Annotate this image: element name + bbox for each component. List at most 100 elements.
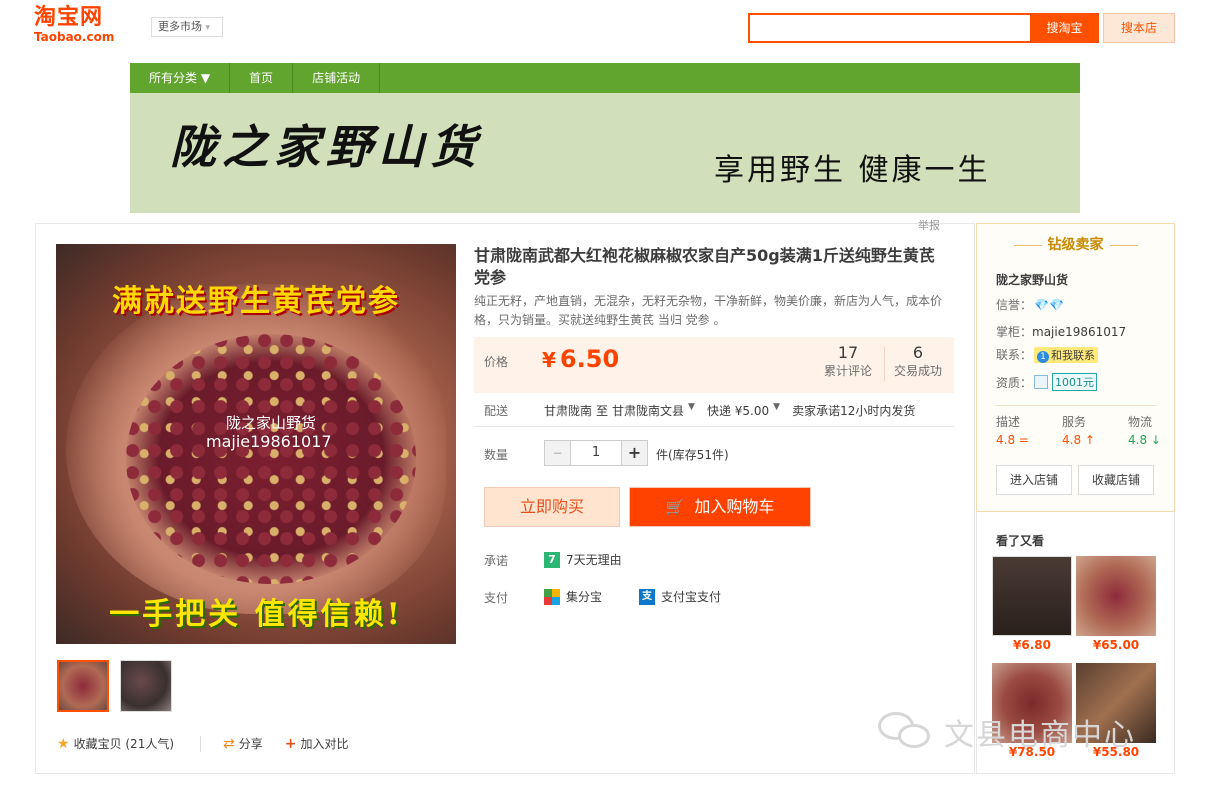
item-price: ¥6.80 [1013,638,1051,652]
divider [200,735,202,752]
share-label: 分享 [238,737,263,751]
banner-shop-name: 陇之家野山货 [170,120,482,174]
quantity-decrease-button[interactable]: − [545,441,571,465]
product-subtitle: 纯正无籽，产地直销，无混杂，无籽无杂物，干净新鲜，物美价廉，新店为人气，成本价格… [474,294,943,327]
payment-label: 支付 [484,591,509,605]
seller-level-header: 钻级卖家 [977,234,1174,254]
reviews-label: 累计评论 [824,364,873,378]
divider [1109,244,1138,246]
promise-7day[interactable]: 7 7天无理由 [544,551,622,568]
score-service-label: 服务 [1062,415,1087,429]
nav-home[interactable]: 首页 [230,63,294,93]
score-desc-label: 描述 [996,415,1021,429]
shipping-info: 甘肃陇南 至 甘肃陇南文县 ▼ 快递 ¥5.00 ▼ 卖家承诺12小时内发货 [544,402,919,419]
also-viewed-item[interactable]: ¥65.00 [1076,556,1156,652]
contact-label: 联系： [996,348,1033,362]
express-select[interactable]: 快递 ¥5.00 [707,402,769,419]
divider [474,426,954,427]
shop-nav: 所有分类 ▼ 首页 店铺活动 [130,63,1080,93]
chevron-down-icon[interactable]: ▼ [773,402,780,419]
score-logistics: 物流 4.8 ↓ [1128,413,1161,449]
share-button[interactable]: ⇄ 分享 [223,735,263,752]
score-logistics-label: 物流 [1128,415,1153,429]
image-bottom-text: 一手把关 值得信赖! [109,597,403,632]
score-desc-value: 4.8 = [996,433,1029,447]
payment-alipay-label: 支付宝支付 [661,590,722,604]
plus-icon: + [284,735,297,752]
favorite-item-button[interactable]: ★ 收藏宝贝 (21人气) [57,735,174,752]
shop-scores: 描述 4.8 = 服务 4.8 ↑ 物流 4.8 ↓ [996,413,1161,449]
watermark-text: 文县电商中心 [944,718,1136,753]
contact-seller-button[interactable]: 1 和我联系 [1034,346,1099,363]
keeper-row: 掌柜： majie19861017 [996,323,1126,340]
item-price: ¥65.00 [1092,638,1140,652]
favorite-item-label: 收藏宝贝 (21人气) [73,737,175,751]
divider [884,347,885,381]
score-service: 服务 4.8 ↑ [1062,413,1095,449]
deposit-badge[interactable]: 1001元 [1052,373,1098,391]
keeper-label: 掌柜： [996,325,1033,339]
favorite-shop-button[interactable]: 收藏店铺 [1078,465,1154,495]
add-to-cart-button[interactable]: 🛒 加入购物车 [629,487,811,527]
wangwang-icon: 1 [1037,350,1050,363]
payment-alipay[interactable]: 支 支付宝支付 [639,588,721,605]
keeper-name[interactable]: majie19861017 [1032,325,1126,339]
reviews-stat[interactable]: 17 累计评论 [824,343,872,379]
search-input[interactable] [748,13,1030,43]
deals-label: 交易成功 [894,364,943,378]
score-service-value: 4.8 ↑ [1062,433,1095,447]
add-to-cart-label: 加入购物车 [694,497,775,516]
more-markets-dropdown[interactable]: 更多市场 ▾ [151,17,223,37]
image-watermark-id: majie19861017 [206,432,332,451]
chevron-down-icon[interactable]: ▼ [688,402,695,419]
promise-label: 承诺 [484,554,509,568]
add-compare-label: 加入对比 [300,737,349,751]
qualification-row: 资质： 1001元 [996,373,1098,391]
thumbnail-1[interactable] [57,660,109,712]
license-icon[interactable] [1034,375,1049,389]
product-main-image[interactable]: 满就送野生黄芪党参 陇之家山野货 majie19861017 一手把关 值得信赖… [56,244,456,644]
ship-to-word: 至 [596,404,609,418]
wechat-watermark: 文县电商中心 [878,710,1136,754]
more-markets-label: 更多市场 [158,20,202,33]
diamond-icon[interactable]: 💎💎 [1034,298,1064,312]
price-value: ¥6.50 [542,345,619,373]
also-viewed-item[interactable]: ¥6.80 [992,556,1072,652]
score-logistics-value: 4.8 ↓ [1128,433,1161,447]
divider [996,405,1156,406]
payment-jifenbao-label: 集分宝 [566,590,603,604]
product-title: 甘肃陇南武都大红袍花椒麻椒农家自产50g装满1斤送纯野生黄芪党参 [474,246,935,287]
payment-jifenbao[interactable]: 集分宝 [544,588,602,605]
score-description: 描述 4.8 = [996,413,1029,449]
shipping-label: 配送 [484,404,509,418]
enter-shop-button[interactable]: 进入店铺 [996,465,1072,495]
reviews-count: 17 [837,343,859,362]
jifenbao-icon [544,588,560,605]
nav-shop-events[interactable]: 店铺活动 [293,63,381,93]
ship-from: 甘肃陇南 [544,404,593,418]
contact-seller-label: 和我联系 [1051,348,1096,362]
contact-row: 联系： 1 和我联系 [996,346,1099,363]
also-viewed-header: 看了又看 [996,534,1045,548]
logo-en: Taobao.com [34,30,115,44]
stock-info: 件(库存51件) [656,448,729,462]
credit-row: 信誉： 💎💎 [996,296,1064,313]
ship-to-select[interactable]: 甘肃陇南文县 [612,402,684,419]
add-compare-button[interactable]: + 加入对比 [285,735,349,752]
quantity-input[interactable]: 1 [571,441,621,465]
shop-banner[interactable]: 陇之家野山货 享用野生 健康一生 [130,93,1080,213]
seller-level: 钻级卖家 [1047,237,1104,253]
quantity-increase-button[interactable]: + [621,441,647,465]
chevron-down-icon: ▾ [205,23,211,33]
banner-slogan: 享用野生 健康一生 [714,153,991,188]
taobao-logo[interactable]: 淘宝网 Taobao.com [34,6,134,46]
thumbnail-2[interactable] [120,660,172,712]
report-link[interactable]: 举报 [918,217,940,233]
seller-shop-name[interactable]: 陇之家野山货 [996,271,1068,288]
nav-all-categories[interactable]: 所有分类 ▼ [130,63,231,93]
search-shop-button[interactable]: 搜本店 [1103,13,1175,43]
buy-now-button[interactable]: 立即购买 [484,487,620,527]
search-taobao-button[interactable]: 搜淘宝 [1030,13,1099,43]
share-icon: ⇄ [223,735,235,752]
quantity-label: 数量 [484,448,509,462]
